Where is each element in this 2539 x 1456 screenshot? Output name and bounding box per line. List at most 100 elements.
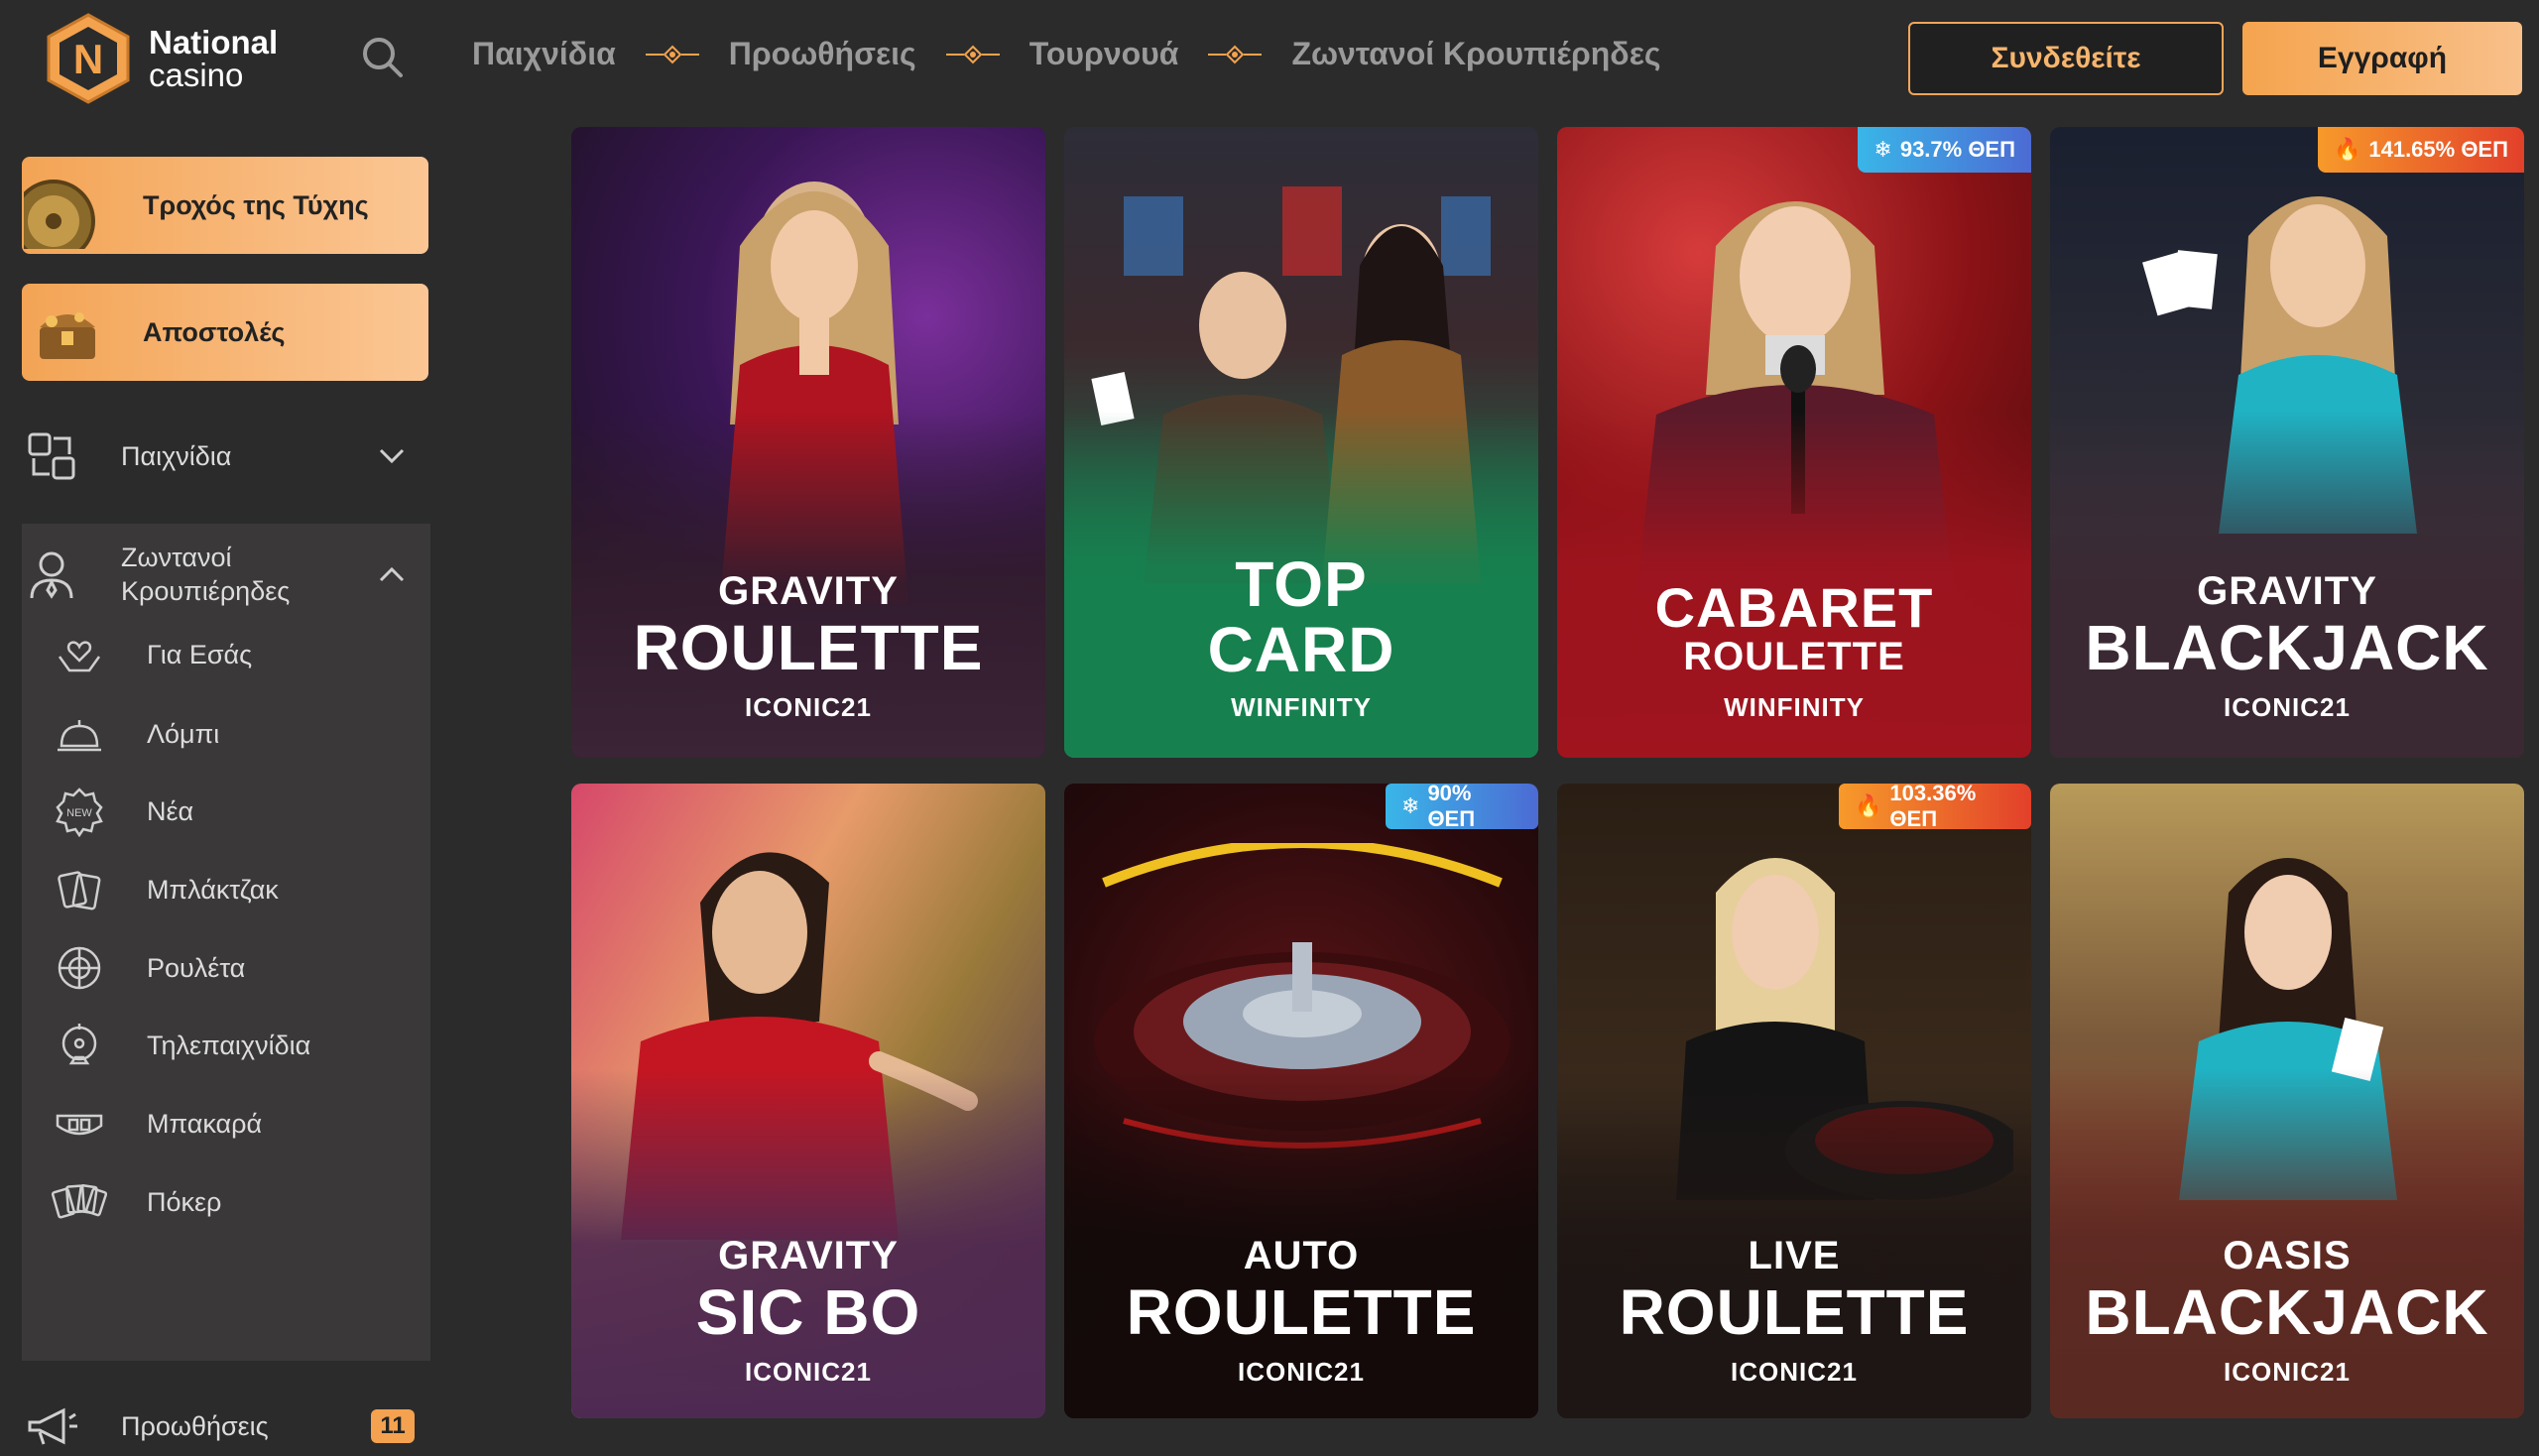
poker-cards-icon	[52, 1174, 107, 1230]
sidebar-sub-baccarat[interactable]: Μπακαρά	[52, 1096, 262, 1152]
new-badge-icon: NEW	[52, 784, 107, 839]
sidebar-item-promotions[interactable]: Προωθήσεις 11	[22, 1396, 428, 1456]
snowflake-icon: ❄	[1874, 137, 1892, 162]
logo-line2: casino	[149, 57, 244, 93]
wheel-icon	[22, 157, 113, 254]
megaphone-icon	[22, 1396, 81, 1456]
baccarat-table-icon	[52, 1096, 107, 1152]
promotions-count-badge: 11	[371, 1409, 415, 1443]
rtp-badge: 🔥 141.65% ΘΕΠ	[2317, 127, 2524, 173]
nav-games[interactable]: Παιχνίδια	[472, 36, 616, 72]
rtp-badge: 🔥 103.36% ΘΕΠ	[1839, 784, 2031, 831]
game-provider: WINFINITY	[1724, 692, 1865, 722]
puzzle-icon	[22, 426, 81, 486]
rtp-value: 90% ΘΕΠ	[1427, 784, 1476, 831]
wheel-of-fortune-button[interactable]: Τροχός της Τύχης	[22, 157, 428, 254]
sidebar-sub-roulette[interactable]: Ρουλέτα	[52, 940, 245, 996]
game-provider: ICONIC21	[1731, 1357, 1858, 1387]
baccarat-label: Μπακαρά	[147, 1108, 263, 1139]
rtp-badge: ❄ 90% ΘΕΠ	[1386, 784, 1538, 831]
game-provider: ICONIC21	[2224, 692, 2351, 722]
blackjack-label: Μπλάκτζακ	[147, 874, 279, 905]
nav-tournaments[interactable]: Τουρνουά	[1029, 36, 1179, 72]
roulette-label: Ρουλέτα	[147, 952, 246, 983]
for-you-hands-icon	[52, 627, 107, 682]
game-title-line1: GRAVITY	[718, 569, 899, 613]
game-title-line1: LIVE	[1748, 1234, 1841, 1277]
search-icon[interactable]	[359, 34, 405, 79]
rtp-value: 141.65% ΘΕΠ	[2368, 137, 2508, 162]
missions-button[interactable]: Αποστολές	[22, 284, 428, 381]
national-casino-logo[interactable]: N National casino	[44, 12, 278, 105]
sidebar-sub-for-you[interactable]: Για Εσάς	[52, 627, 252, 682]
game-title-line2: BLACKJACK	[2085, 612, 2489, 683]
sidebar-sub-poker[interactable]: Πόκερ	[52, 1174, 221, 1230]
sidebar-games-label: Παιχνίδια	[121, 440, 232, 471]
game-title-line1: AUTO	[1243, 1234, 1360, 1277]
game-card[interactable]: TOP CARD WINFINITY	[1064, 127, 1538, 758]
register-button[interactable]: Εγγραφή	[2242, 22, 2522, 95]
sidebar-item-live-dealers[interactable]: Ζωντανοί Κρουπιέρηδες	[22, 536, 428, 613]
game-provider: ICONIC21	[745, 692, 872, 722]
game-title-line2: ROULETTE	[1126, 1276, 1477, 1348]
game-show-wheel-icon	[52, 1018, 107, 1073]
logo-wordmark: National casino	[149, 26, 278, 91]
snowflake-icon: ❄	[1401, 793, 1420, 818]
game-card[interactable]: GRAVITY SIC BO ICONIC21	[571, 784, 1045, 1418]
sidebar-sub-lobby[interactable]: Λόμπι	[52, 706, 219, 762]
nav-promotions[interactable]: Προωθήσεις	[729, 36, 916, 72]
game-provider: ICONIC21	[2224, 1357, 2351, 1387]
nav-diamond-separator-icon	[645, 44, 699, 65]
game-card[interactable]: OASIS BLACKJACK ICONIC21	[2050, 784, 2524, 1418]
game-title-line1: CABARET	[1654, 576, 1934, 639]
login-button[interactable]: Συνδεθείτε	[1908, 22, 2224, 95]
sidebar-sub-blackjack[interactable]: Μπλάκτζακ	[52, 862, 279, 917]
live-label-line1: Ζωντανοί	[121, 543, 232, 572]
game-title-line1: OASIS	[2223, 1234, 2352, 1277]
chevron-up-icon[interactable]	[377, 564, 407, 584]
game-provider: ICONIC21	[745, 1357, 872, 1387]
roulette-wheel-icon	[52, 940, 107, 996]
game-provider: WINFINITY	[1231, 692, 1372, 722]
flame-icon: 🔥	[1855, 793, 1882, 818]
nav-diamond-separator-icon	[945, 44, 1000, 65]
sidebar-item-games[interactable]: Παιχνίδια	[22, 426, 428, 486]
sidebar-live-dealers-label: Ζωντανοί Κρουπιέρηδες	[121, 541, 290, 608]
game-shows-label: Τηλεπαιχνίδια	[147, 1030, 311, 1060]
logo-line1: National	[149, 24, 279, 61]
sidebar-sub-game-shows[interactable]: Τηλεπαιχνίδια	[52, 1018, 310, 1073]
dealer-icon	[22, 545, 81, 604]
rtp-value: 103.36% ΘΕΠ	[1889, 784, 1977, 831]
game-title-line1: GRAVITY	[718, 1234, 899, 1277]
game-title-line2: CARD	[1207, 614, 1395, 685]
game-provider: ICONIC21	[1238, 1357, 1365, 1387]
main-nav: Παιχνίδια Προωθήσεις Τουρνουά Ζωντανοί Κ…	[472, 36, 1661, 72]
top-bar: N National casino Παιχνίδια Προωθήσεις Τ…	[0, 0, 2539, 117]
reception-bell-icon	[52, 706, 107, 762]
game-card[interactable]: 🔥 103.36% ΘΕΠ LIVE ROULETTE ICONIC21	[1557, 784, 2031, 1418]
svg-text:NEW: NEW	[66, 807, 92, 819]
chevron-down-icon[interactable]	[377, 446, 407, 466]
treasure-chest-icon	[22, 284, 113, 381]
flame-icon: 🔥	[2333, 137, 2361, 162]
game-title-line1: TOP	[1235, 548, 1368, 620]
game-title-line2: SIC BO	[695, 1276, 921, 1348]
rtp-value: 93.7% ΘΕΠ	[1899, 137, 2015, 162]
game-title-line2: ROULETTE	[633, 612, 984, 683]
new-label: Νέα	[147, 795, 194, 826]
poker-label: Πόκερ	[147, 1186, 222, 1217]
logo-letter: N	[73, 36, 103, 82]
nav-live-dealers[interactable]: Ζωντανοί Κρουπιέρηδες	[1291, 36, 1660, 72]
sidebar-sub-new[interactable]: NEW Νέα	[52, 784, 193, 839]
game-card[interactable]: ❄ 90% ΘΕΠ AUTO ROULETTE ICONIC21	[1064, 784, 1538, 1418]
live-label-line2: Κρουπιέρηδες	[121, 576, 291, 606]
game-title-line2: ROULETTE	[1683, 635, 1905, 678]
game-card[interactable]: GRAVITY ROULETTE ICONIC21	[571, 127, 1045, 758]
cards-icon	[52, 862, 107, 917]
game-card[interactable]: 🔥 141.65% ΘΕΠ GRAVITY BLACKJACK ICONIC21	[2050, 127, 2524, 758]
sidebar-promotions-label: Προωθήσεις	[121, 1410, 269, 1441]
game-card[interactable]: ❄ 93.7% ΘΕΠ CABARET ROULETTE WINFINITY	[1557, 127, 2031, 758]
wheel-of-fortune-label: Τροχός της Τύχης	[143, 189, 369, 220]
sidebar: Τροχός της Τύχης Αποστολές Παιχνίδια Ζων…	[0, 117, 446, 1445]
game-title-line1: GRAVITY	[2197, 569, 2377, 613]
